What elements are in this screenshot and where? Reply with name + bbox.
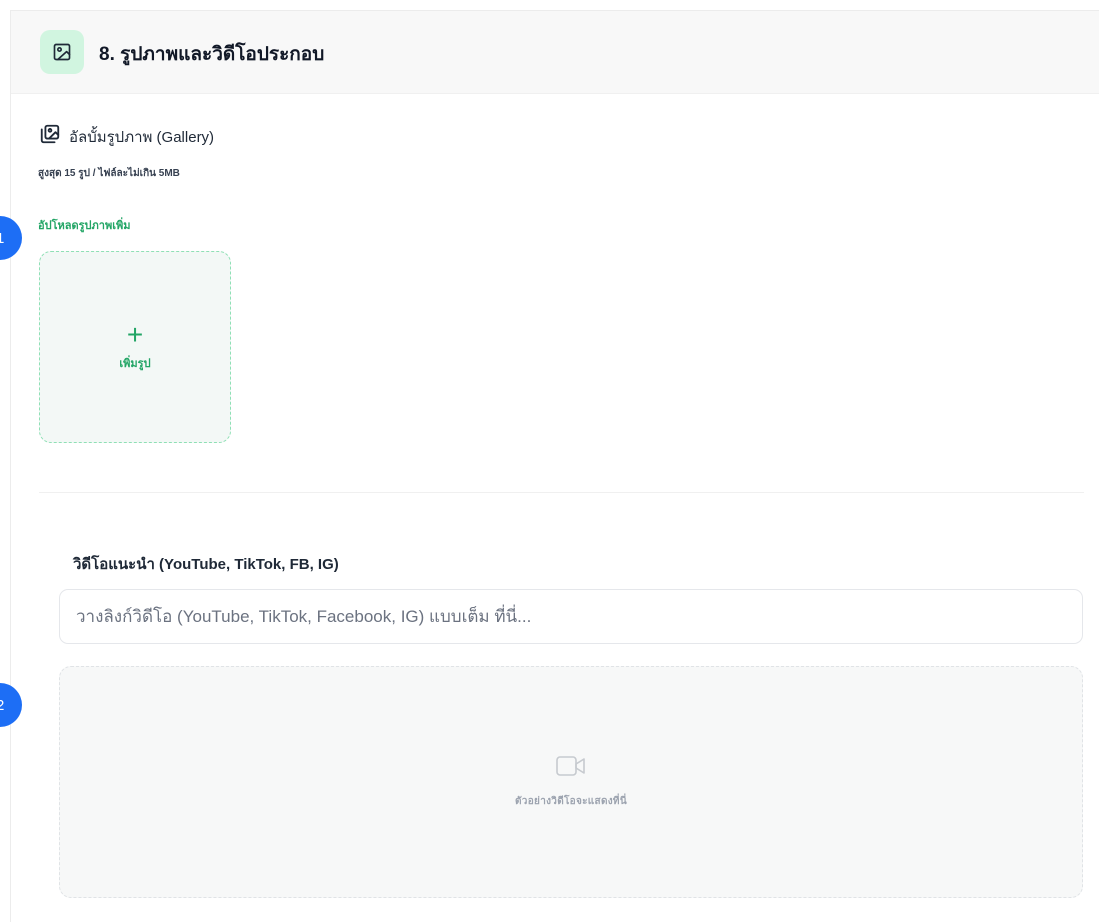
video-url-input[interactable]	[59, 589, 1083, 644]
gallery-title-row: อัลบั้มรูปภาพ (Gallery)	[39, 123, 214, 150]
section-title: 8. รูปภาพและวิดีโอประกอบ	[99, 44, 325, 65]
gallery-limit-hint: สูงสุด 15 รูป / ไฟล์ละไม่เกิน 5MB	[38, 168, 180, 179]
video-preview-text: ตัวอย่างวิดีโอจะแสดงที่นี่	[515, 796, 627, 807]
section-divider	[39, 492, 1084, 493]
media-section-card: 8. รูปภาพและวิดีโอประกอบ อัลบั้มรูปภาพ (…	[10, 10, 1099, 922]
gallery-icon	[39, 123, 61, 150]
plus-icon: +	[126, 319, 144, 350]
gallery-title: อัลบั้มรูปภาพ (Gallery)	[69, 128, 215, 146]
video-camera-icon	[556, 755, 586, 782]
video-preview-area: ตัวอย่างวิดีโอจะแสดงที่นี่	[59, 666, 1083, 898]
video-field-label: วิดีโอแนะนำ (YouTube, TikTok, FB, IG)	[73, 556, 339, 573]
add-image-button[interactable]: + เพิ่มรูป	[39, 251, 231, 443]
upload-more-label: อัปโหลดรูปภาพเพิ่ม	[38, 220, 131, 232]
add-image-label: เพิ่มรูป	[119, 358, 151, 370]
image-icon	[40, 30, 84, 74]
section-header: 8. รูปภาพและวิดีโอประกอบ	[11, 11, 1099, 94]
